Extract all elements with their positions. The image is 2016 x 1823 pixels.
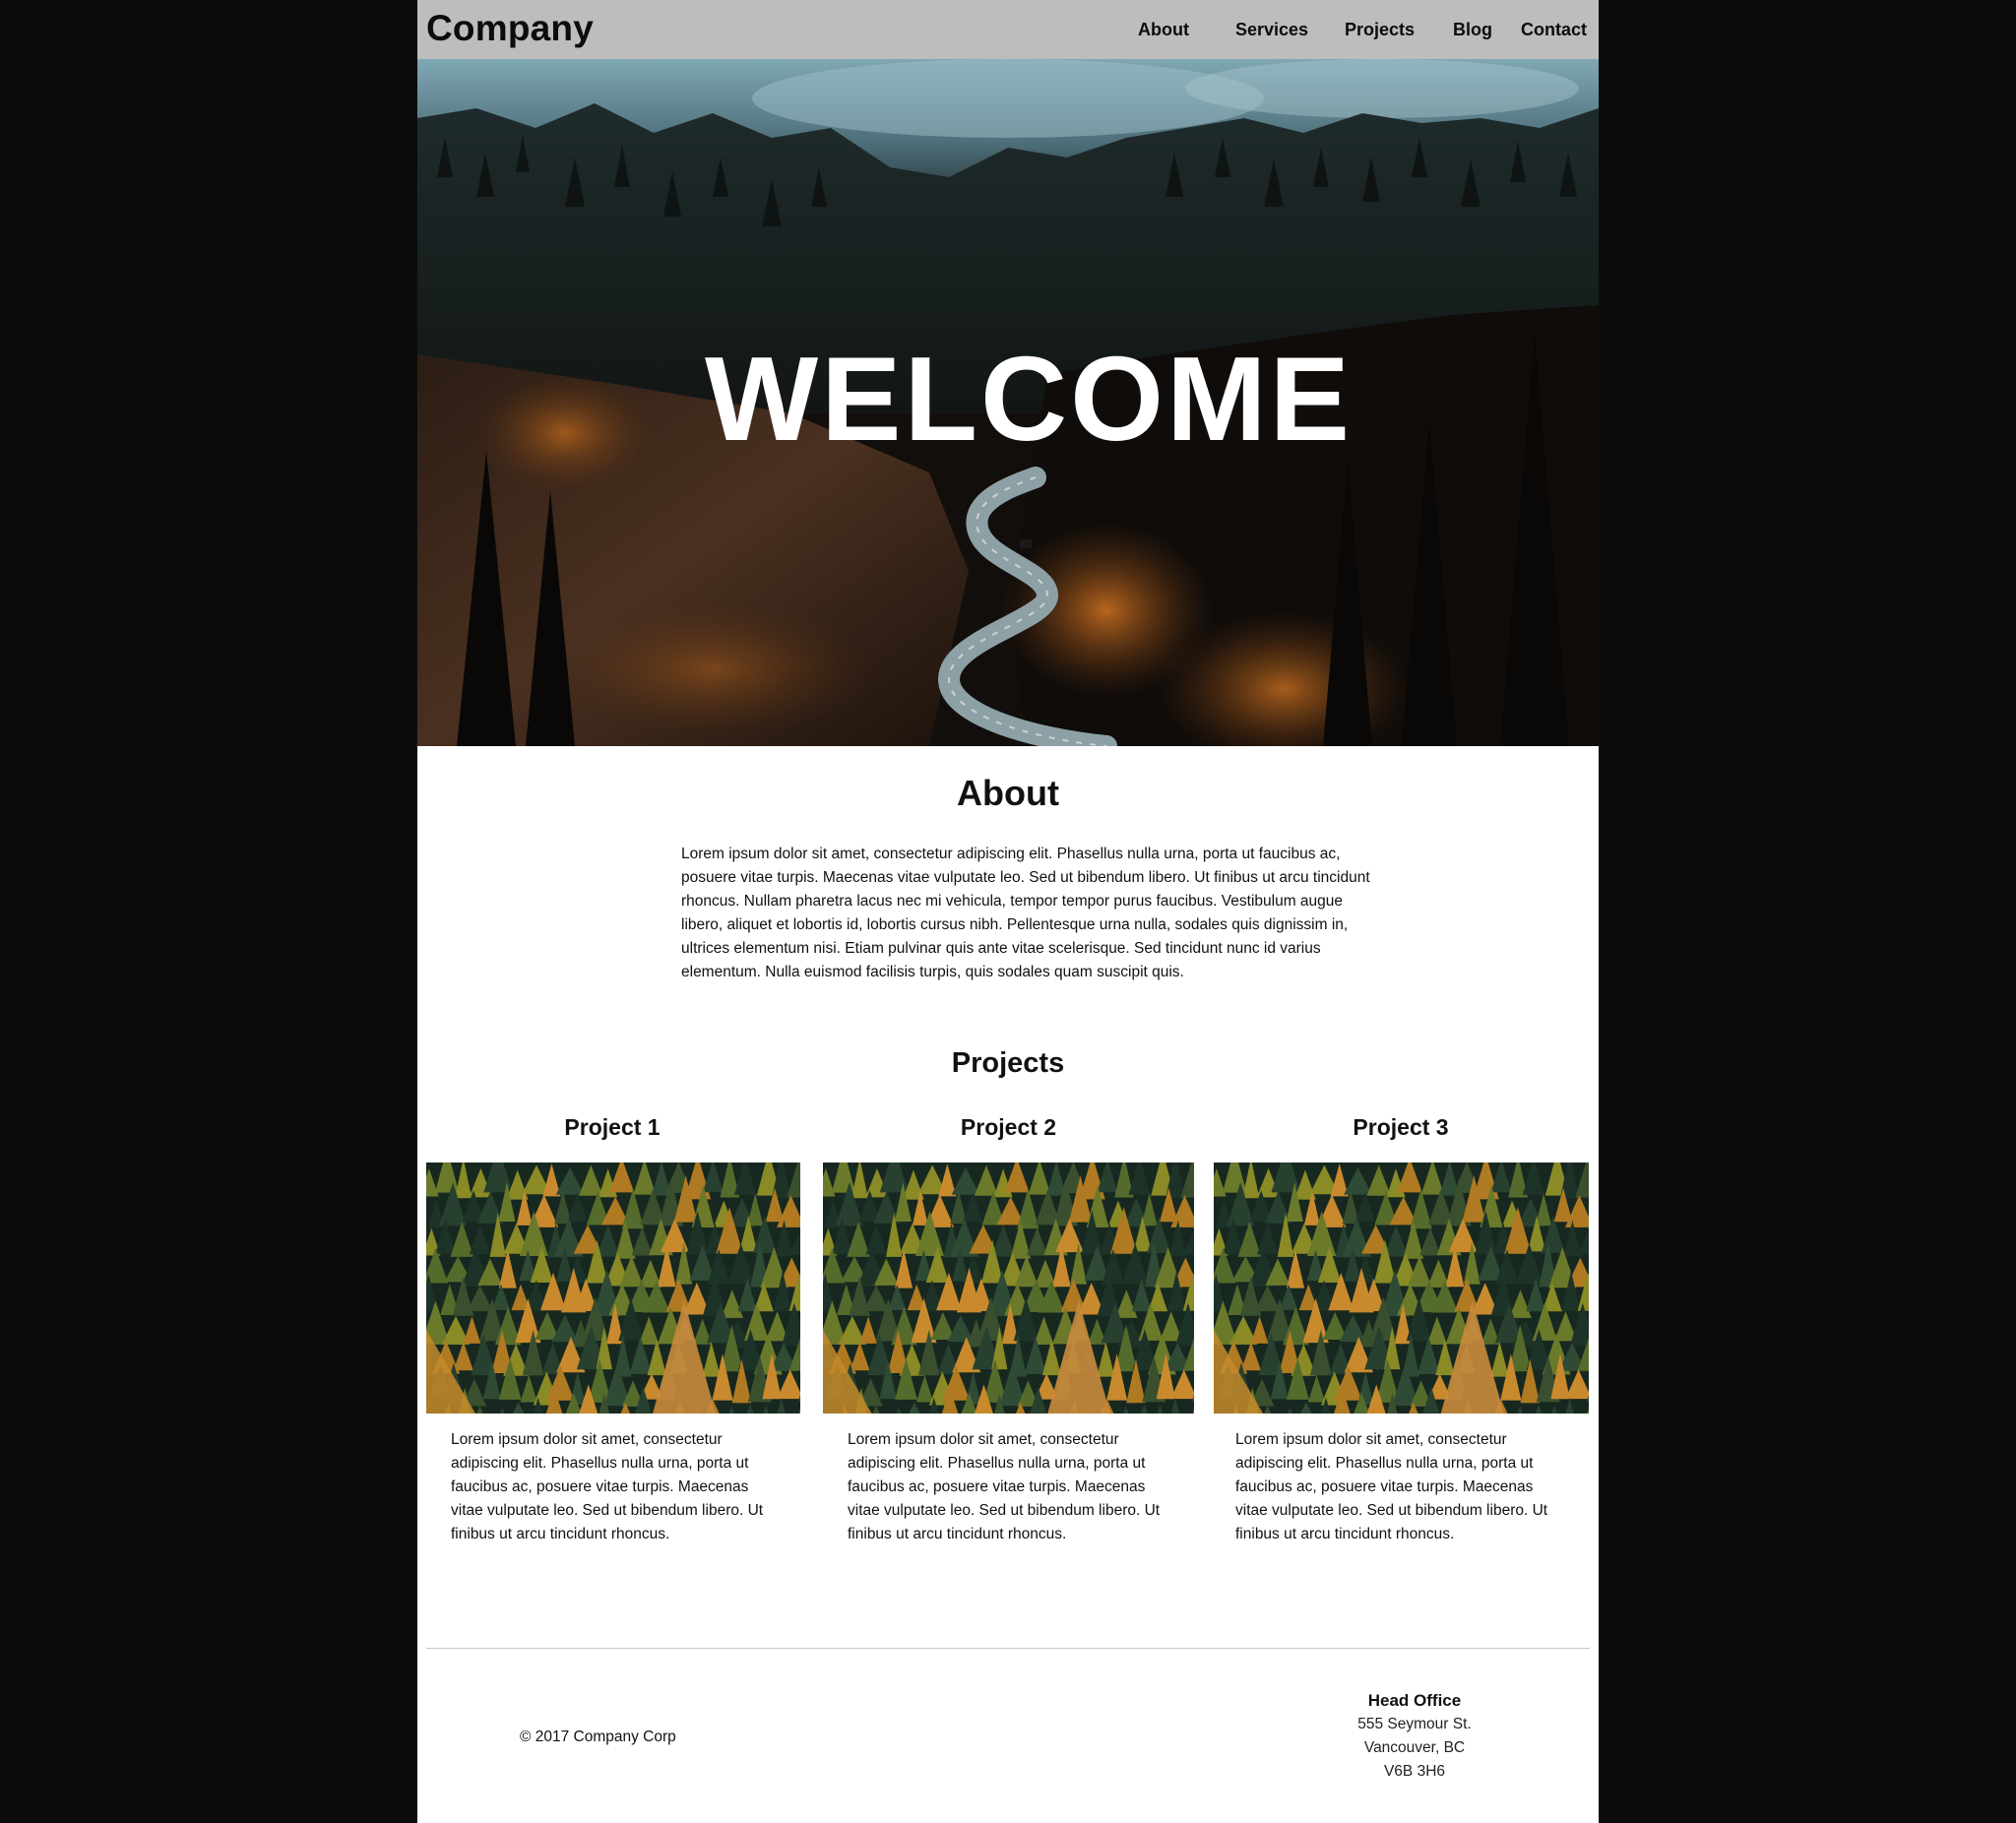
nav-link-projects[interactable]: Projects — [1345, 18, 1415, 41]
site-logo[interactable]: Company — [426, 6, 594, 51]
address-line-city: Vancouver, BC — [1363, 1739, 1466, 1756]
address-line-postal: V6B 3H6 — [1383, 1763, 1446, 1780]
project-3-image — [1214, 1163, 1589, 1414]
about-text: Lorem ipsum dolor sit amet, consectetur … — [681, 846, 1370, 980]
nav-link-about[interactable]: About — [1138, 18, 1189, 41]
site-header: Company About Services Projects Blog Con… — [417, 0, 1599, 59]
nav-link-contact[interactable]: Contact — [1521, 18, 1587, 41]
hero-title: WELCOME — [704, 332, 1354, 466]
footer-copyright: © 2017 Company Corp — [520, 1729, 676, 1745]
about-heading: About — [957, 773, 1059, 813]
page: Company About Services Projects Blog Con… — [417, 0, 1599, 1823]
project-1-image — [426, 1163, 800, 1414]
footer-divider — [426, 1648, 1590, 1649]
head-office-title: Head Office — [1367, 1691, 1462, 1710]
project-3-title: Project 3 — [1353, 1114, 1449, 1140]
nav-link-blog[interactable]: Blog — [1453, 18, 1492, 41]
head-office-address: Head Office 555 Seymour St. Vancouver, B… — [1306, 1689, 1523, 1784]
address-line-street: 555 Seymour St. — [1357, 1716, 1472, 1732]
hero-banner: WELCOME — [417, 59, 1599, 746]
project-2-image — [823, 1163, 1194, 1414]
project-1-text: Lorem ipsum dolor sit amet, consectetur … — [451, 1431, 764, 1542]
project-2-title: Project 2 — [960, 1114, 1057, 1140]
project-3-text: Lorem ipsum dolor sit amet, consectetur … — [1235, 1431, 1548, 1542]
nav-link-services[interactable]: Services — [1235, 18, 1308, 41]
project-2-text: Lorem ipsum dolor sit amet, consectetur … — [848, 1431, 1161, 1542]
project-1-title: Project 1 — [564, 1114, 661, 1140]
projects-heading: Projects — [951, 1047, 1065, 1079]
